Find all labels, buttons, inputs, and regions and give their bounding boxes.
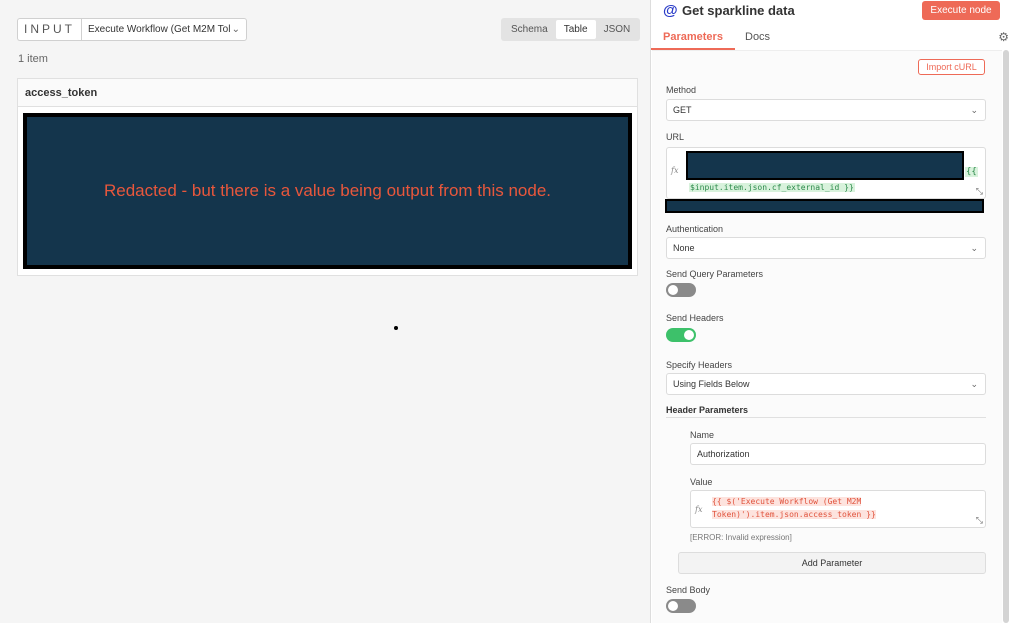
url-expression-open: {{	[965, 167, 978, 177]
input-label: INPUT	[17, 18, 81, 41]
node-parameters-panel: @ Get sparkline data Execute node Parame…	[650, 0, 1024, 623]
tab-json[interactable]: JSON	[596, 20, 639, 39]
value-label: Value	[690, 477, 713, 487]
specify-headers-value: Using Fields Below	[673, 379, 750, 389]
chevron-down-icon: ⌄	[970, 105, 978, 115]
redaction-note: Redacted - but there is a value being ou…	[104, 181, 551, 200]
view-toggle: Schema Table JSON	[501, 18, 641, 41]
send-body-toggle[interactable]	[666, 599, 696, 613]
fx-icon: fx	[671, 166, 679, 175]
method-label: Method	[666, 85, 697, 95]
header-name-input[interactable]: Authorization	[690, 443, 986, 465]
toggle-knob	[668, 285, 678, 295]
chevron-down-icon: ⌄	[970, 243, 978, 253]
add-parameter-button[interactable]: Add Parameter	[678, 552, 986, 574]
value-expression: {{ $('Execute Workflow (Get M2M Token)')…	[712, 495, 972, 521]
header-value-field[interactable]: fx {{ $('Execute Workflow (Get M2M Token…	[690, 490, 986, 528]
scrollbar[interactable]	[1003, 50, 1009, 623]
tab-table[interactable]: Table	[555, 20, 596, 39]
input-panel: INPUT Execute Workflow (Get M2M Tol ⌄ Sc…	[0, 0, 648, 623]
url-field[interactable]: fx {{ $input.item.json.cf_external_id }}…	[666, 147, 986, 199]
redacted-cell: Redacted - but there is a value being ou…	[23, 113, 632, 269]
input-source-select[interactable]: Execute Workflow (Get M2M Tol ⌄	[81, 18, 247, 41]
input-source-value: Execute Workflow (Get M2M Tol	[88, 24, 231, 35]
fx-icon: fx	[695, 505, 703, 514]
item-count: 1 item	[18, 53, 48, 65]
name-label: Name	[690, 430, 715, 440]
node-header: @ Get sparkline data Execute node Parame…	[651, 0, 1024, 50]
tab-schema[interactable]: Schema	[503, 20, 556, 39]
column-header-access-token[interactable]: access_token	[18, 79, 637, 107]
tab-docs[interactable]: Docs	[745, 31, 770, 43]
gear-icon[interactable]: ⚙	[998, 30, 1009, 44]
value-expression-line2: Token)').item.json.access_token }}	[712, 510, 876, 519]
send-headers-label: Send Headers	[666, 313, 724, 323]
execute-node-button[interactable]: Execute node	[922, 1, 1000, 20]
url-redaction-2	[665, 199, 984, 213]
authentication-value: None	[673, 243, 695, 253]
authentication-select[interactable]: None ⌄	[666, 237, 986, 259]
url-expression: $input.item.json.cf_external_id }}	[689, 183, 855, 192]
method-select[interactable]: GET ⌄	[666, 99, 986, 121]
expression-error: [ERROR: Invalid expression]	[690, 533, 792, 542]
specify-headers-label: Specify Headers	[666, 360, 733, 370]
value-expression-line1: {{ $('Execute Workflow (Get M2M	[712, 497, 862, 506]
chevron-down-icon: ⌄	[231, 24, 240, 35]
header-parameters-title: Header Parameters	[666, 405, 749, 415]
method-value: GET	[673, 105, 692, 115]
send-body-label: Send Body	[666, 585, 711, 595]
chevron-down-icon: ⌄	[970, 379, 978, 389]
cursor-dot	[394, 326, 398, 330]
node-tabs: Parameters Docs ⚙	[651, 28, 1024, 50]
url-redaction	[686, 151, 964, 180]
send-headers-toggle[interactable]	[666, 328, 696, 342]
tab-parameters[interactable]: Parameters	[663, 31, 723, 43]
node-title[interactable]: Get sparkline data	[682, 3, 795, 18]
data-table: access_token Redacted - but there is a v…	[17, 78, 638, 276]
divider	[666, 417, 986, 418]
authentication-label: Authentication	[666, 224, 724, 234]
toggle-knob	[668, 601, 678, 611]
url-label: URL	[666, 132, 685, 142]
at-icon: @	[663, 2, 678, 19]
send-query-toggle[interactable]	[666, 283, 696, 297]
input-source-bar: INPUT Execute Workflow (Get M2M Tol ⌄	[17, 18, 247, 41]
expand-icon[interactable]: ⤡	[976, 515, 983, 526]
parameters-form: Import cURL Method GET ⌄ URL fx {{ $inpu…	[652, 50, 1002, 623]
expand-icon[interactable]: ⤡	[976, 186, 983, 197]
send-query-label: Send Query Parameters	[666, 269, 764, 279]
specify-headers-select[interactable]: Using Fields Below ⌄	[666, 373, 986, 395]
import-curl-button[interactable]: Import cURL	[918, 59, 985, 75]
scrollbar-track	[1009, 50, 1024, 623]
toggle-knob	[684, 330, 694, 340]
